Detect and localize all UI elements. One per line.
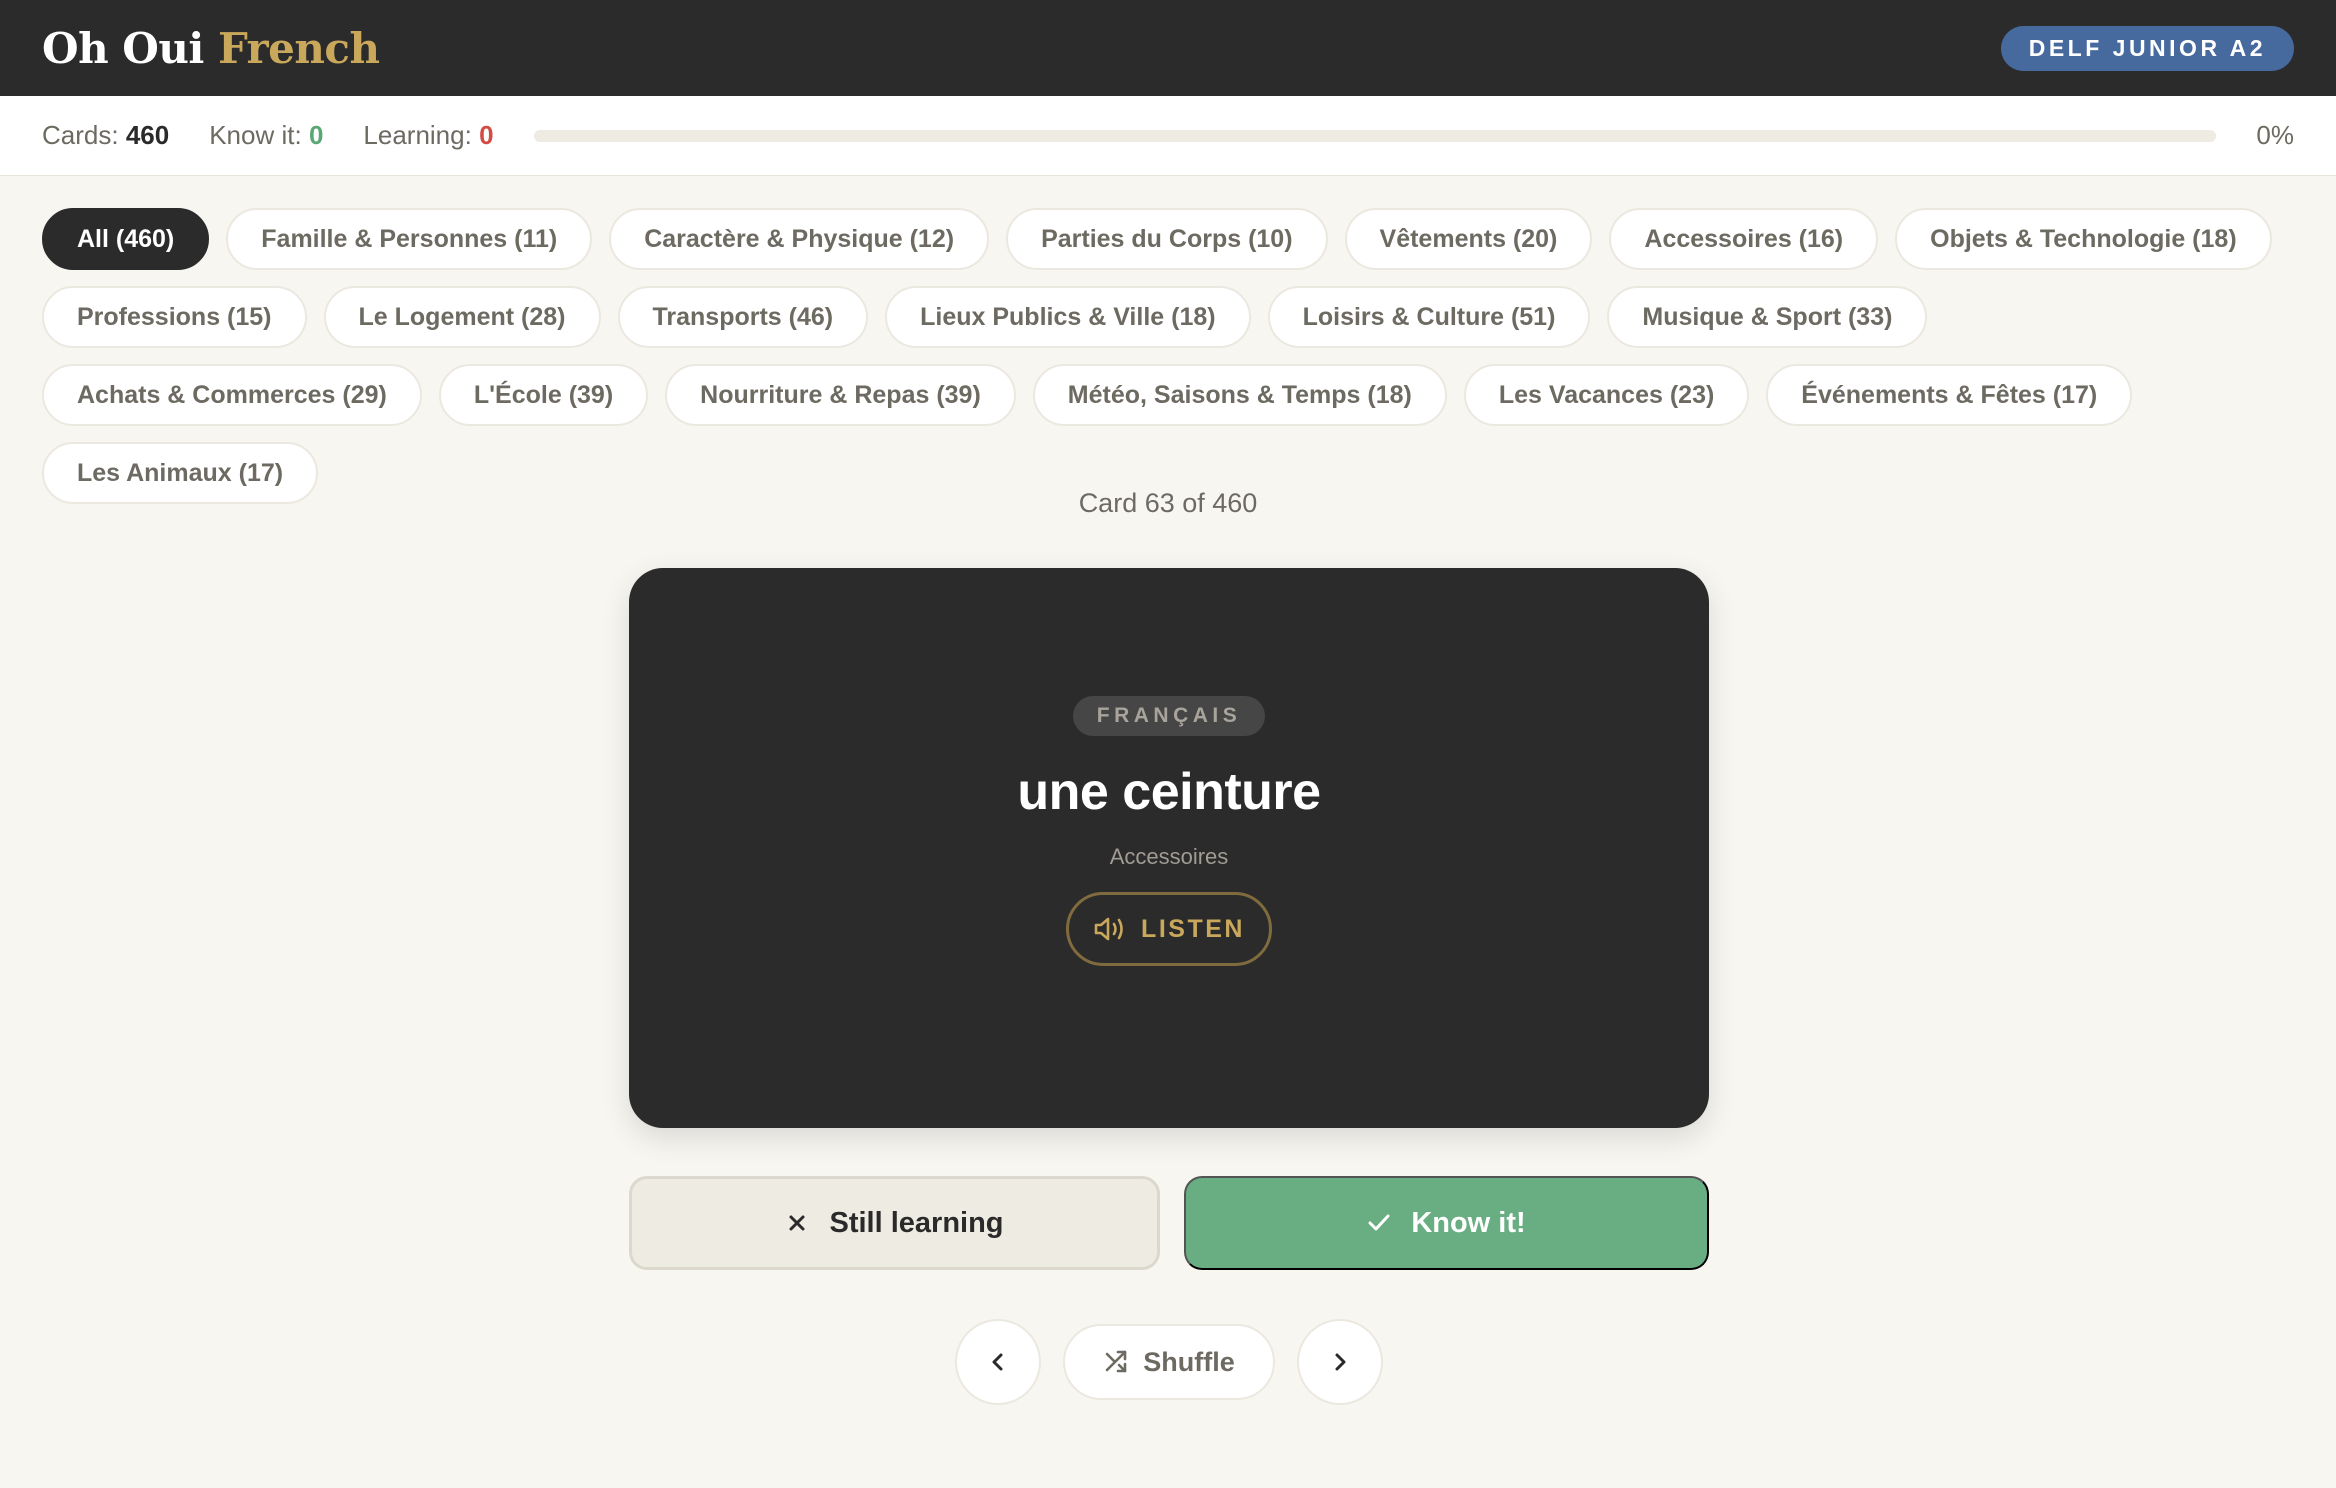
card-counter: Card 63 of 460 [1078,488,1258,518]
category-chip[interactable]: Météo, Saisons & Temps (18) [1032,364,1447,426]
category-chip[interactable]: Vêtements (20) [1344,208,1593,270]
category-chip[interactable]: Nourriture & Repas (39) [665,364,1016,426]
category-chip[interactable]: Le Logement (28) [323,286,601,348]
category-chip[interactable]: Lieux Publics & Ville (18) [885,286,1251,348]
category-chip[interactable]: Parties du Corps (10) [1006,208,1328,270]
know-label: Know it: [209,120,302,150]
category-chip[interactable]: Caractère & Physique (12) [609,208,990,270]
speaker-icon [1093,914,1127,944]
shuffle-icon [1103,1348,1131,1376]
check-icon [1367,1211,1391,1235]
know-value: 0 [308,120,324,150]
brand-accent: French [217,23,380,73]
progress-percent: 0% [2256,120,2294,150]
cards-value: 460 [125,120,170,150]
category-chip[interactable]: Les Vacances (23) [1463,364,1750,426]
listen-button[interactable]: LISTEN [1066,892,1272,966]
cards-label: Cards: [42,120,119,150]
know-stat: Know it: 0 [209,120,323,151]
shuffle-label: Shuffle [1143,1346,1235,1377]
progress-bar [533,129,2217,142]
flashcard[interactable]: FRANÇAIS une ceinture Accessoires LISTEN [629,568,1709,1128]
category-chip[interactable]: Achats & Commerces (29) [42,364,422,426]
know-it-label: Know it! [1411,1206,1526,1239]
language-tag: FRANÇAIS [1072,696,1266,736]
previous-card-button[interactable] [955,1319,1041,1405]
stats-bar: Cards: 460 Know it: 0 Learning: 0 0% [0,96,2336,176]
learning-stat: Learning: 0 [363,120,493,151]
x-icon [785,1211,809,1235]
category-chip[interactable]: Musique & Sport (33) [1607,286,1928,348]
card-word: une ceinture [1017,763,1321,821]
category-chip[interactable]: Loisirs & Culture (51) [1267,286,1591,348]
category-chip[interactable]: Événements & Fêtes (17) [1766,364,2133,426]
app-logo[interactable]: Oh Oui French [42,24,380,73]
category-chip[interactable]: Accessoires (16) [1609,208,1879,270]
still-learning-button[interactable]: Still learning [629,1176,1160,1270]
chevron-right-icon [1329,1351,1351,1373]
app-header: Oh Oui French DELF JUNIOR A2 [0,0,2336,96]
brand-main: Oh Oui [42,23,204,73]
learning-label: Learning: [363,120,472,150]
category-filter: All (460) Famille & Personnes (11) Caractè… [42,208,2302,504]
level-badge: DELF JUNIOR A2 [2000,25,2294,71]
card-category: Accessoires [1109,844,1229,869]
cards-stat: Cards: 460 [42,120,169,151]
category-chip[interactable]: Professions (15) [42,286,307,348]
listen-label: LISTEN [1141,914,1245,943]
category-chip[interactable]: Objets & Technologie (18) [1895,208,2272,270]
category-chip-all[interactable]: All (460) [42,208,210,270]
learning-value: 0 [479,120,494,150]
category-chip[interactable]: L'École (39) [438,364,649,426]
shuffle-button[interactable]: Shuffle [1063,1324,1275,1400]
category-chip[interactable]: Transports (46) [617,286,869,348]
know-it-button[interactable]: Know it! [1184,1176,1709,1270]
chevron-left-icon [987,1351,1009,1373]
category-chip[interactable]: Famille & Personnes (11) [226,208,593,270]
next-card-button[interactable] [1297,1319,1383,1405]
still-learning-label: Still learning [829,1206,1004,1239]
